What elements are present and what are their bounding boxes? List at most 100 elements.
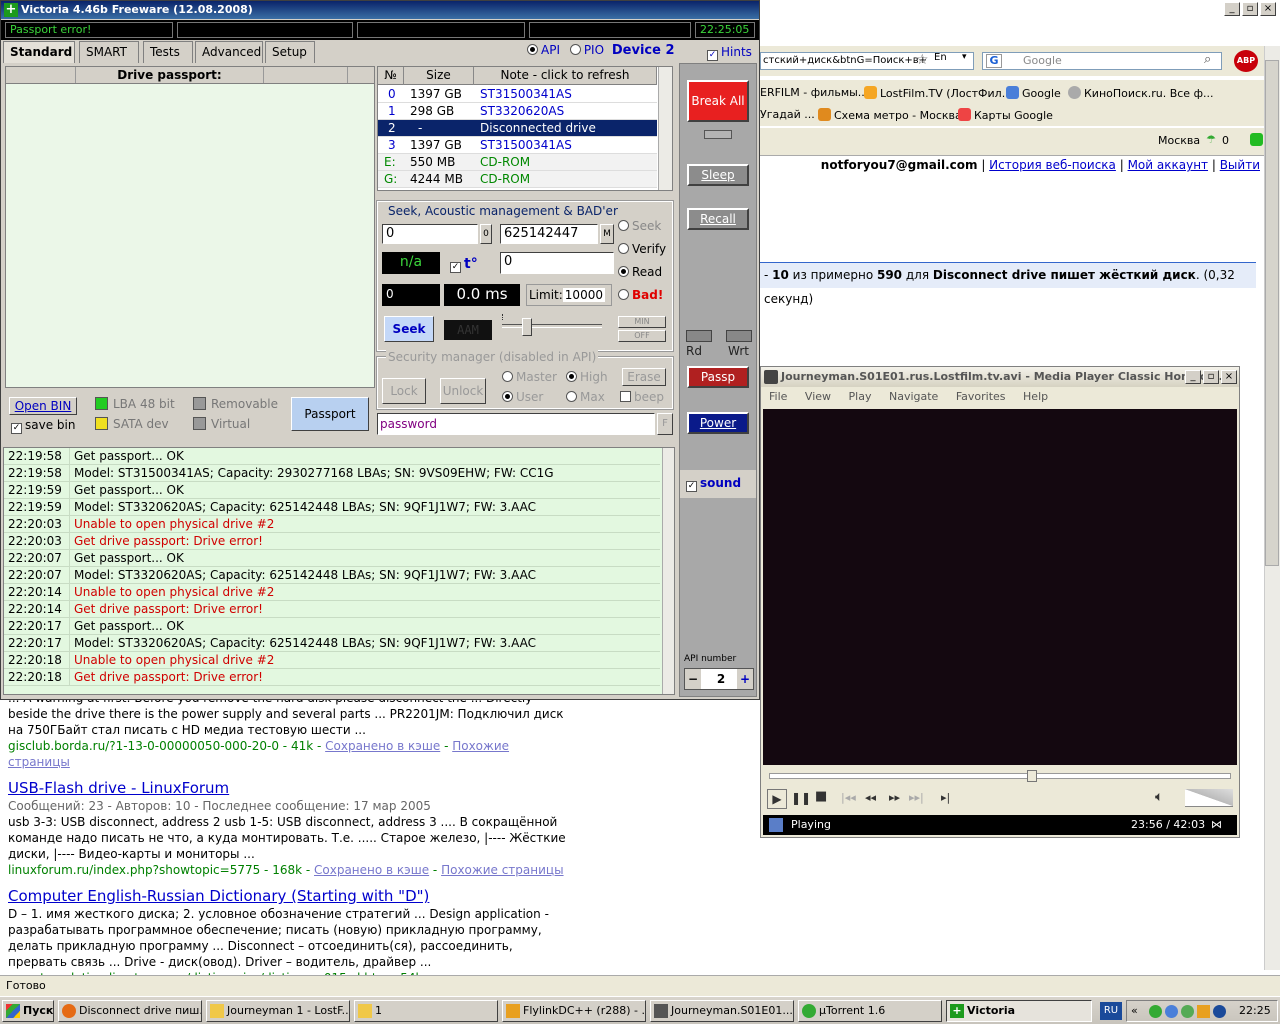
menu-help[interactable]: Help (1023, 390, 1048, 403)
drive-row[interactable]: G: 4244 MB CD-ROM (378, 171, 657, 188)
tab-tests[interactable]: Tests (143, 41, 193, 63)
taskbar-item-active[interactable]: + Victoria (946, 1000, 1092, 1022)
bookmark-item[interactable]: ERFILM - фильмы... (760, 86, 868, 99)
menu-view[interactable]: View (805, 390, 831, 403)
seek-bar[interactable] (769, 770, 1231, 782)
minimize-icon[interactable]: _ (1185, 370, 1201, 384)
passp-button[interactable]: Passp (687, 366, 749, 388)
maximize-icon[interactable]: ▫ (1242, 2, 1258, 16)
language-indicator[interactable]: RU (1100, 1002, 1122, 1020)
unlock-button[interactable]: Unlock (440, 378, 486, 404)
limit-input[interactable]: 10000 (562, 288, 605, 302)
off-button[interactable]: OFF (618, 330, 666, 342)
open-bin-button[interactable]: Open BIN (9, 397, 77, 415)
cache-link[interactable]: Сохранено в кэше (314, 863, 429, 877)
fast-forward-icon[interactable]: ▸▸ (889, 791, 900, 804)
volume-slider[interactable] (1185, 789, 1233, 807)
tray-expand-icon[interactable]: « (1131, 1001, 1138, 1021)
aam-slider-thumb[interactable] (522, 318, 532, 336)
frame-step-icon[interactable]: ▸| (941, 791, 950, 804)
drive-row[interactable]: 3 1397 GB ST31500341AS (378, 137, 657, 154)
bookmark-item[interactable]: LostFilm.TV (ЛостФил... (864, 86, 1012, 100)
api-increment[interactable]: + (737, 669, 753, 689)
zero-button[interactable]: 0 (480, 224, 492, 244)
volume-icon[interactable]: 🔈︎ (1155, 789, 1163, 805)
bookmark-item[interactable]: Угадай ... (760, 108, 815, 121)
menu-file[interactable]: File (769, 390, 787, 403)
break-all-button[interactable]: Break All (687, 80, 749, 122)
password-file-button[interactable]: F (657, 413, 673, 435)
taskbar-item[interactable]: Journeyman 1 - LostF... (206, 1000, 350, 1022)
passport-button[interactable]: Passport (291, 397, 369, 431)
taskbar-item[interactable]: Disconnect drive пиш... (58, 1000, 202, 1022)
hints-checkbox[interactable]: ✓ Hints (707, 45, 752, 61)
beep-checkbox[interactable]: beep (620, 390, 664, 404)
max-radio[interactable]: Max (566, 390, 605, 404)
taskbar-item[interactable]: Journeyman.S01E01.... (650, 1000, 794, 1022)
tab-setup[interactable]: Setup (265, 41, 315, 63)
password-input[interactable]: password (377, 413, 655, 435)
menu-navigate[interactable]: Navigate (889, 390, 938, 403)
bookmark-item[interactable]: КиноПоиск.ru. Все ф... (1068, 86, 1213, 100)
globe-tray-icon[interactable] (1213, 1005, 1226, 1018)
power-button[interactable]: Power (687, 412, 749, 434)
similar-link[interactable]: Похожие страницы (441, 863, 563, 877)
api-number-value[interactable]: 2 (711, 669, 731, 689)
lba-start-input[interactable]: 0 (382, 224, 478, 244)
result-title[interactable]: Computer English-Russian Dictionary (Sta… (8, 886, 568, 906)
api-number-spinner[interactable]: − 2 + (684, 668, 754, 690)
menu-favorites[interactable]: Favorites (956, 390, 1006, 403)
bookmark-item[interactable]: Карты Google (958, 108, 1053, 122)
max-button[interactable]: M (600, 224, 614, 244)
menu-play[interactable]: Play (849, 390, 872, 403)
seek-thumb[interactable] (1027, 770, 1037, 782)
high-radio[interactable]: High (566, 370, 608, 384)
drive-list-scrollbar[interactable] (658, 67, 672, 190)
lba-end-input[interactable]: 625142447 (500, 224, 598, 244)
min-button[interactable]: MIN (618, 316, 666, 328)
seek-button[interactable]: Seek (384, 316, 434, 342)
google-engine-icon[interactable]: G (986, 54, 1002, 68)
flylink-tray-icon[interactable] (1197, 1005, 1210, 1018)
maximize-icon[interactable]: ▫ (1203, 370, 1219, 384)
play-icon[interactable]: ▶ (767, 789, 787, 809)
result-title[interactable]: USB-Flash drive - LinuxForum (8, 778, 568, 798)
aam-slider[interactable] (502, 324, 602, 328)
mode-seek-radio[interactable]: Seek (618, 219, 661, 233)
close-icon[interactable]: × (1221, 370, 1237, 384)
pio-radio[interactable]: PIO (569, 43, 604, 57)
tab-smart[interactable]: SMART (79, 41, 139, 63)
col-note[interactable]: Note - click to refresh (474, 67, 657, 85)
prev-icon[interactable]: |◂◂ (841, 791, 856, 804)
start-button[interactable]: Пуск (2, 1000, 54, 1022)
taskbar-item[interactable]: 1 (354, 1000, 498, 1022)
minimize-icon[interactable]: _ (1224, 2, 1240, 16)
search-input[interactable]: Google (982, 52, 1222, 70)
user-radio[interactable]: User (502, 390, 543, 404)
temperature-checkbox[interactable]: ✓ t° (450, 256, 478, 273)
drive-row[interactable]: 1 298 GB ST3320620AS (378, 103, 657, 120)
next-icon[interactable]: ▸▸| (909, 791, 924, 804)
logout-link[interactable]: Выйти (1220, 158, 1260, 172)
log-scrollbar[interactable] (662, 448, 674, 694)
api-radio[interactable]: API (527, 43, 560, 57)
temperature-field[interactable]: 0 (500, 252, 614, 274)
cache-link[interactable]: Сохранено в кэше (325, 739, 440, 753)
taskbar-item[interactable]: µTorrent 1.6 (798, 1000, 942, 1022)
rewind-icon[interactable]: ◂◂ (865, 791, 876, 804)
stop-icon[interactable]: ■ (815, 789, 827, 804)
bookmark-item[interactable]: Google (1006, 86, 1061, 100)
drive-row-selected[interactable]: 2- Disconnected drive (378, 120, 657, 137)
adblock-icon[interactable]: ABP (1234, 50, 1258, 72)
tab-standard[interactable]: Standard (3, 41, 75, 63)
recall-button[interactable]: Recall (687, 208, 749, 230)
pause-icon[interactable]: ❚❚ (791, 791, 811, 805)
mode-bad-radio[interactable]: Bad! (618, 288, 663, 302)
erase-button[interactable]: Erase (622, 368, 666, 386)
page-scrollbar-thumb[interactable] (1265, 60, 1279, 566)
network-tray-icon[interactable] (1165, 1005, 1178, 1018)
close-icon[interactable]: × (1260, 2, 1276, 16)
api-decrement[interactable]: − (685, 669, 701, 689)
mode-verify-radio[interactable]: Verify (618, 242, 666, 256)
magnifier-icon[interactable]: ⌕ (1204, 52, 1211, 67)
